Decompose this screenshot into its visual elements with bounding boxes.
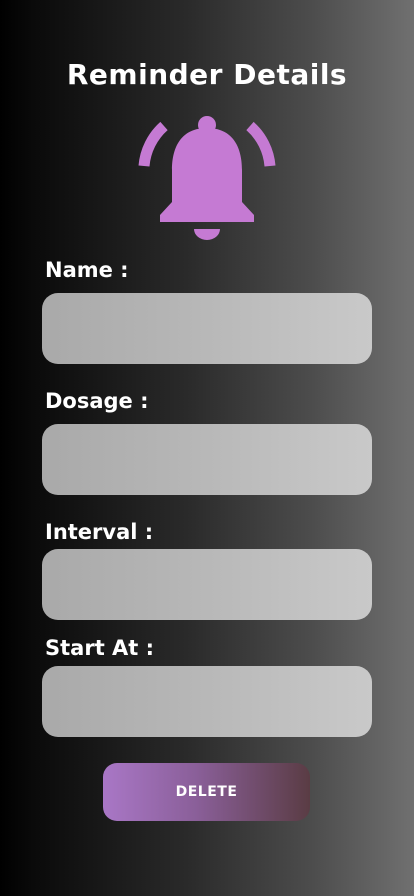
delete-button[interactable]: DELETE [103,763,310,821]
start-at-label: Start At : [45,636,155,660]
dosage-input[interactable] [42,424,372,495]
start-at-input[interactable] [42,666,372,737]
interval-label: Interval : [45,520,154,544]
dosage-label: Dosage : [45,389,149,413]
page-title: Reminder Details [66,58,348,91]
bell-icon [138,116,276,240]
name-label: Name : [45,258,129,282]
name-input[interactable] [42,293,372,364]
interval-input[interactable] [42,549,372,620]
